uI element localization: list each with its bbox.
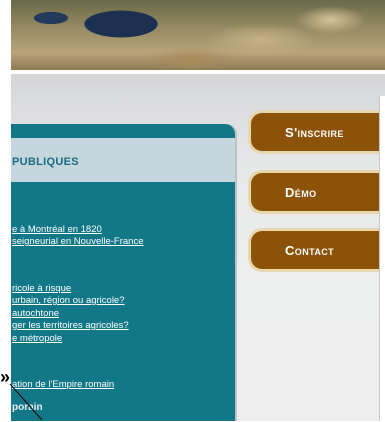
- panel-title: PUBLIQUES: [12, 156, 79, 168]
- link-montreal-1820[interactable]: e à Montréal en 1820: [12, 224, 102, 235]
- contact-button[interactable]: Contact: [248, 228, 382, 272]
- right-content-edge: [379, 96, 385, 421]
- link-metropole[interactable]: e métropole: [12, 333, 62, 344]
- link-urbain-region-agricole[interactable]: urbain, région ou agricole?: [12, 295, 125, 306]
- link-territoires-agricoles[interactable]: ger les territoires agricoles?: [12, 320, 129, 331]
- pointer-line-icon: [9, 383, 43, 421]
- link-autochtone[interactable]: autochtone: [12, 308, 59, 319]
- demo-button[interactable]: Démo: [248, 170, 382, 214]
- link-agricole-risque[interactable]: ricole à risque: [12, 283, 71, 294]
- header-banner-image: [11, 0, 385, 70]
- register-button[interactable]: S'inscrire: [248, 110, 382, 154]
- link-regime-seigneurial[interactable]: seigneurial en Nouvelle-France: [12, 236, 144, 247]
